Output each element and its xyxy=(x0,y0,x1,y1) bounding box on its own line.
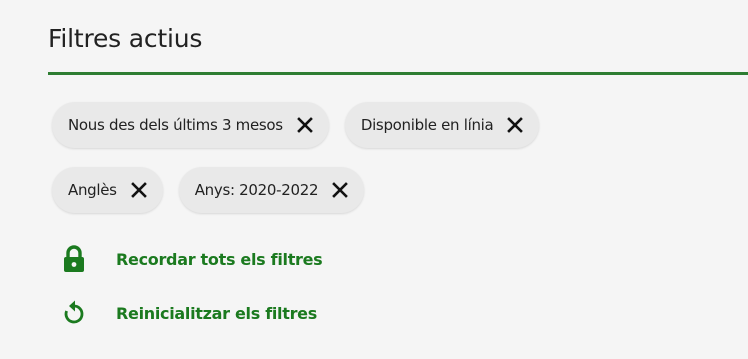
filter-chip-label: Anglès xyxy=(68,181,117,199)
filter-chip-years[interactable]: Anys: 2020-2022 xyxy=(178,167,365,213)
active-filters-panel: Filtres actius Nous des dels últims 3 me… xyxy=(0,0,748,359)
close-icon[interactable] xyxy=(129,180,149,200)
lock-icon xyxy=(62,244,86,274)
filter-chip-online[interactable]: Disponible en línia xyxy=(344,102,540,148)
remember-filters-link[interactable]: Recordar tots els filtres xyxy=(62,244,323,274)
reset-filters-label: Reinicialitzar els filtres xyxy=(116,303,317,323)
filter-chip-label: Nous des dels últims 3 mesos xyxy=(68,116,283,134)
close-icon[interactable] xyxy=(295,115,315,135)
filter-chip-label: Anys: 2020-2022 xyxy=(194,181,319,199)
filter-chip-language[interactable]: Anglès xyxy=(52,167,163,213)
close-icon[interactable] xyxy=(330,180,350,200)
filter-chip-row: Anglès Anys: 2020-2022 xyxy=(52,167,365,213)
reset-icon xyxy=(62,298,86,328)
panel-title: Filtres actius xyxy=(48,24,203,53)
remember-filters-label: Recordar tots els filtres xyxy=(116,249,323,269)
title-divider xyxy=(48,72,748,75)
filter-chip-recent[interactable]: Nous des dels últims 3 mesos xyxy=(52,102,329,148)
filter-chip-row: Nous des dels últims 3 mesos Disponible … xyxy=(52,102,540,148)
filter-chip-label: Disponible en línia xyxy=(360,116,494,134)
close-icon[interactable] xyxy=(505,115,525,135)
reset-filters-link[interactable]: Reinicialitzar els filtres xyxy=(62,298,317,328)
